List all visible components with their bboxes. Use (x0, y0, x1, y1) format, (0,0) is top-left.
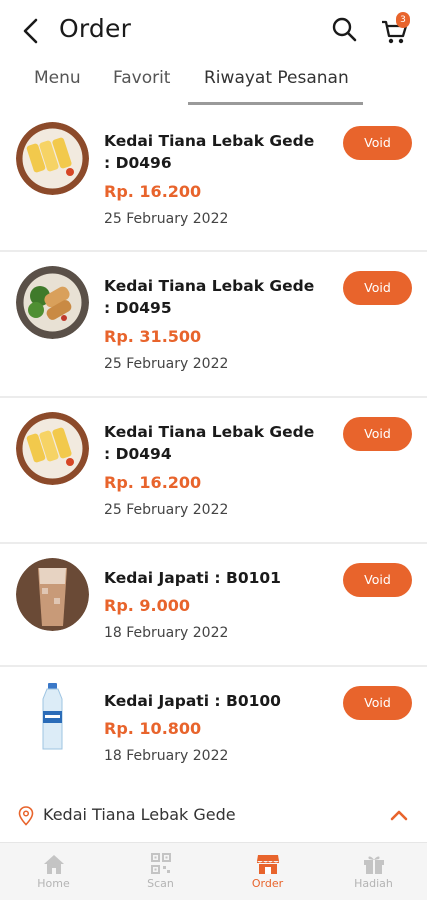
back-arrow-icon[interactable] (18, 16, 44, 46)
order-item[interactable]: Kedai Tiana Lebak Gede : D0494 Rp. 16.20… (0, 398, 427, 544)
order-date: 25 February 2022 (104, 211, 229, 227)
order-price: Rp. 10.800 (104, 719, 202, 738)
order-item[interactable]: Kedai Tiana Lebak Gede : D0496 Rp. 16.20… (0, 108, 427, 252)
nav-home[interactable]: Home (0, 843, 107, 900)
bottom-navigation: Home Scan Order Hadiah (0, 842, 427, 900)
order-history-list: Kedai Tiana Lebak Gede : D0496 Rp. 16.20… (0, 108, 427, 785)
order-item[interactable]: Kedai Tiana Lebak Gede : D0495 Rp. 31.50… (0, 252, 427, 398)
omelette-roll-image (16, 122, 89, 195)
void-button[interactable]: Void (343, 271, 412, 305)
order-date: 18 February 2022 (104, 625, 229, 641)
chevron-up-icon[interactable] (389, 808, 409, 822)
void-button[interactable]: Void (343, 126, 412, 160)
location-selector[interactable]: Kedai Tiana Lebak Gede (0, 796, 427, 836)
nav-scan[interactable]: Scan (107, 843, 214, 900)
order-price: Rp. 31.500 (104, 327, 202, 346)
active-tab-indicator (188, 102, 363, 105)
nav-order-label: Order (251, 877, 284, 890)
nav-home-label: Home (37, 877, 70, 890)
iced-milk-tea-image (16, 558, 89, 631)
nav-scan-label: Scan (147, 877, 174, 890)
wrap-with-salad-image (16, 266, 89, 339)
water-bottle-image (42, 683, 63, 750)
nav-hadiah-label: Hadiah (354, 877, 393, 890)
order-date: 25 February 2022 (104, 356, 229, 372)
tab-menu[interactable]: Menu (34, 68, 81, 88)
cart-count-badge: 3 (396, 12, 410, 28)
order-title: Kedai Tiana Lebak Gede : D0496 (104, 132, 315, 172)
order-title: Kedai Tiana Lebak Gede : D0495 (104, 277, 315, 317)
order-title: Kedai Tiana Lebak Gede : D0494 (104, 423, 315, 463)
order-price: Rp. 9.000 (104, 596, 191, 615)
home-icon (44, 855, 64, 874)
order-date: 25 February 2022 (104, 502, 229, 518)
qr-icon (151, 853, 171, 874)
order-title: Kedai Japati : B0101 (104, 569, 281, 587)
page-title: Order (59, 14, 132, 43)
tab-riwayat-pesanan[interactable]: Riwayat Pesanan (204, 68, 349, 88)
nav-order[interactable]: Order (214, 843, 321, 900)
void-button[interactable]: Void (343, 417, 412, 451)
order-price: Rp. 16.200 (104, 182, 202, 201)
search-icon[interactable] (331, 16, 357, 44)
location-pin-icon (18, 806, 34, 826)
location-name: Kedai Tiana Lebak Gede (43, 805, 236, 824)
app-header: Order 3 (0, 0, 427, 62)
order-item[interactable]: Kedai Japati : B0101 Rp. 9.000 18 Februa… (0, 544, 427, 667)
omelette-roll-image (16, 412, 89, 485)
order-price: Rp. 16.200 (104, 473, 202, 492)
order-item[interactable]: Kedai Japati : B0100 Rp. 10.800 18 Febru… (0, 667, 427, 785)
void-button[interactable]: Void (343, 686, 412, 720)
void-button[interactable]: Void (343, 563, 412, 597)
tab-favorit[interactable]: Favorit (113, 68, 170, 88)
store-icon (257, 855, 279, 874)
order-title: Kedai Japati : B0100 (104, 692, 281, 710)
nav-hadiah[interactable]: Hadiah (320, 843, 427, 900)
order-date: 18 February 2022 (104, 748, 229, 764)
tab-bar: Menu Favorit Riwayat Pesanan (0, 62, 427, 108)
gift-icon (364, 856, 384, 874)
